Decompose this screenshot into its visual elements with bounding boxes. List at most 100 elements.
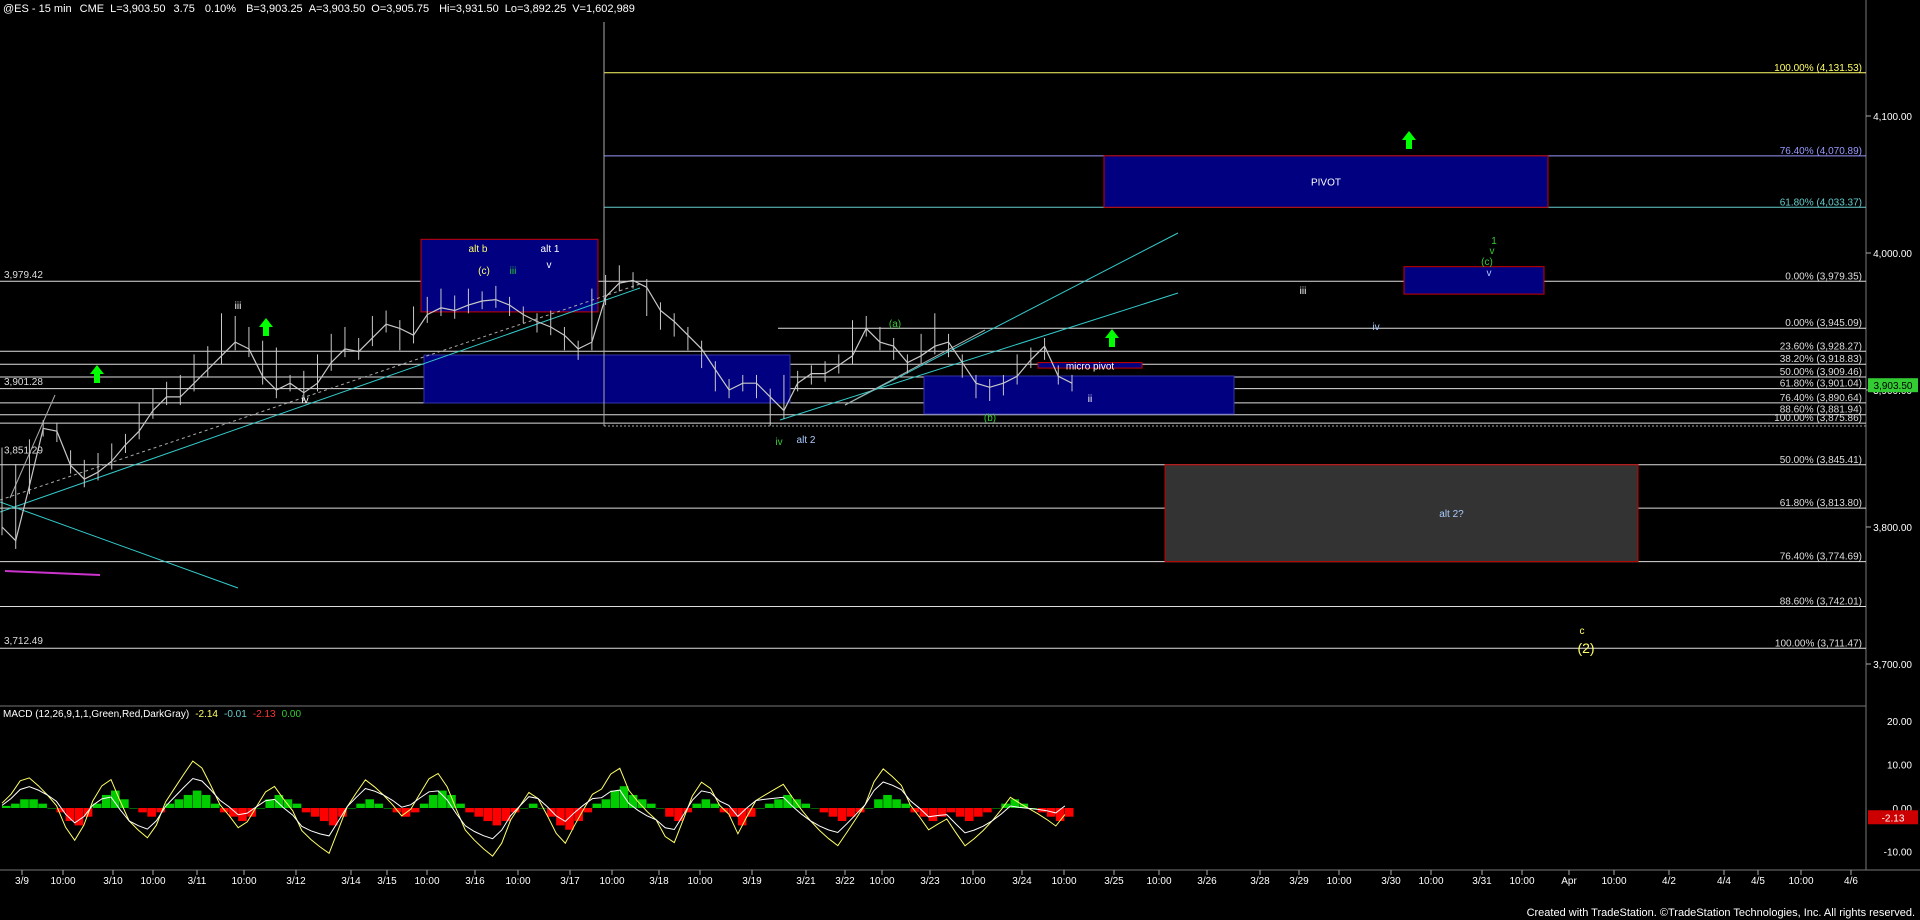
macd-bar xyxy=(428,794,438,808)
wave-label: alt b xyxy=(469,244,488,255)
macd-bar xyxy=(665,808,674,817)
fib-label: 0.00% (3,945.09) xyxy=(1785,318,1862,329)
macd-bar xyxy=(592,803,602,808)
left-price-label: 3,851.29 xyxy=(4,446,43,457)
fib-label: 76.40% (3,774.69) xyxy=(1780,552,1862,563)
x-tick-label: 10:00 xyxy=(414,876,439,887)
x-tick-label: 4/2 xyxy=(1662,876,1676,887)
macd-bar xyxy=(774,799,783,808)
volume-label: V=1,602,989 xyxy=(572,3,635,15)
macd-bar xyxy=(1064,808,1074,817)
macd-bar xyxy=(356,803,365,808)
fib-label: 50.00% (3,909.46) xyxy=(1780,367,1862,378)
fib-label: 0.00% (3,979.35) xyxy=(1785,271,1862,282)
fib-label: 61.80% (4,033.37) xyxy=(1780,197,1862,208)
x-tick-label: 10:00 xyxy=(1418,876,1443,887)
x-tick-label: 3/10 xyxy=(103,876,123,887)
x-tick-label: 3/23 xyxy=(920,876,940,887)
macd-bar xyxy=(528,803,538,808)
wave-label: c xyxy=(1580,626,1585,637)
macd-bar xyxy=(765,803,774,808)
macd-bar xyxy=(819,808,829,813)
macd-y-label: -10.00 xyxy=(1884,848,1913,859)
x-tick-label: 3/22 xyxy=(835,876,855,887)
fib-label: 61.80% (3,901.04) xyxy=(1780,379,1862,390)
macd-bar xyxy=(801,803,811,808)
macd-bar xyxy=(410,808,420,813)
macd-bar xyxy=(874,799,883,808)
x-tick-label: 3/14 xyxy=(341,876,361,887)
wave-label: (c) xyxy=(1481,257,1493,268)
last-label: L=3,903.50 xyxy=(110,3,165,15)
macd-bar xyxy=(465,808,474,813)
fib-label: 76.40% (4,070.89) xyxy=(1780,146,1862,157)
macd-bar xyxy=(601,799,611,808)
low-label: Lo=3,892.25 xyxy=(505,3,566,15)
fib-label: 100.00% (3,711.47) xyxy=(1775,638,1862,649)
x-tick-label: 3/25 xyxy=(1104,876,1124,887)
macd-bar xyxy=(65,808,75,822)
x-tick-label: 10:00 xyxy=(1509,876,1534,887)
macd-bar xyxy=(946,808,956,813)
macd-bar xyxy=(229,808,238,817)
wave-label: v xyxy=(1490,246,1495,257)
change-label: 3.75 xyxy=(173,3,194,15)
macd-bar xyxy=(892,799,901,808)
high-label: Hi=3,931.50 xyxy=(439,3,499,15)
wave-label: (a) xyxy=(889,319,901,330)
macd-bar xyxy=(983,808,992,813)
macd-bar xyxy=(2,805,11,808)
symbol-label: @ES - 15 min xyxy=(3,3,72,15)
footer-credit: Created with TradeStation. ©TradeStation… xyxy=(1527,907,1915,919)
left-price-label: 3,901.28 xyxy=(4,377,43,388)
fib-label: 100.00% (4,131.53) xyxy=(1774,63,1862,74)
macd-bar xyxy=(565,808,574,830)
macd-bar xyxy=(165,803,175,808)
macd-bar xyxy=(210,803,220,808)
chart-header: @ES - 15 min CME L=3,903.50 3.75 0.10% B=3,90… xyxy=(3,3,635,15)
wave-label: iii xyxy=(235,301,242,312)
x-tick-label: 10:00 xyxy=(687,876,712,887)
consolidation-box xyxy=(423,354,791,404)
x-tick-label: 10:00 xyxy=(869,876,894,887)
open-label: O=3,905.75 xyxy=(371,3,429,15)
x-tick-label: 3/29 xyxy=(1289,876,1309,887)
x-tick-label: 10:00 xyxy=(1051,876,1076,887)
last-price-label: 3,903.50 xyxy=(1874,381,1913,392)
zone-box xyxy=(1403,266,1545,295)
x-tick-label: 10:00 xyxy=(505,876,530,887)
macd-bar xyxy=(547,808,556,817)
x-tick-label: 3/12 xyxy=(286,876,306,887)
fib-label: 100.00% (3,875.86) xyxy=(1774,413,1862,424)
zone-label: micro pivot xyxy=(1066,361,1115,372)
macd-bar xyxy=(710,803,720,808)
exchange-label: CME xyxy=(80,3,104,15)
macd-bar xyxy=(728,808,738,817)
macd-bar xyxy=(756,808,765,809)
fib-label: 88.60% (3,742.01) xyxy=(1780,596,1862,607)
y-tick-label: 3,800.00 xyxy=(1873,523,1912,534)
wave-label: (c) xyxy=(478,266,490,277)
wave-label: iv xyxy=(1372,322,1379,333)
macd-bar xyxy=(928,808,938,822)
left-price-label: 3,712.49 xyxy=(4,636,43,647)
price-chart[interactable]: @ES - 15 min CME L=3,903.50 3.75 0.10% B=3,90… xyxy=(0,0,1920,920)
x-tick-label: 10:00 xyxy=(1601,876,1626,887)
wave-label: (2) xyxy=(1577,640,1594,656)
macd-bar xyxy=(47,808,57,809)
macd-bar xyxy=(438,790,447,808)
macd-bar xyxy=(483,808,493,822)
macd-bar xyxy=(329,808,338,826)
macd-bar xyxy=(383,808,393,809)
macd-bar xyxy=(519,808,529,809)
wave-label: ii xyxy=(1088,394,1092,405)
macd-bar xyxy=(883,794,892,808)
macd-bar xyxy=(374,803,384,808)
x-tick-label: 4/4 xyxy=(1717,876,1731,887)
macd-last-label: -2.13 xyxy=(1882,813,1905,824)
macd-bar xyxy=(810,808,820,809)
macd-bar xyxy=(147,808,156,817)
bid-label: B=3,903.25 xyxy=(246,3,303,15)
macd-bar xyxy=(474,808,483,817)
x-tick-label: 10:00 xyxy=(1326,876,1351,887)
